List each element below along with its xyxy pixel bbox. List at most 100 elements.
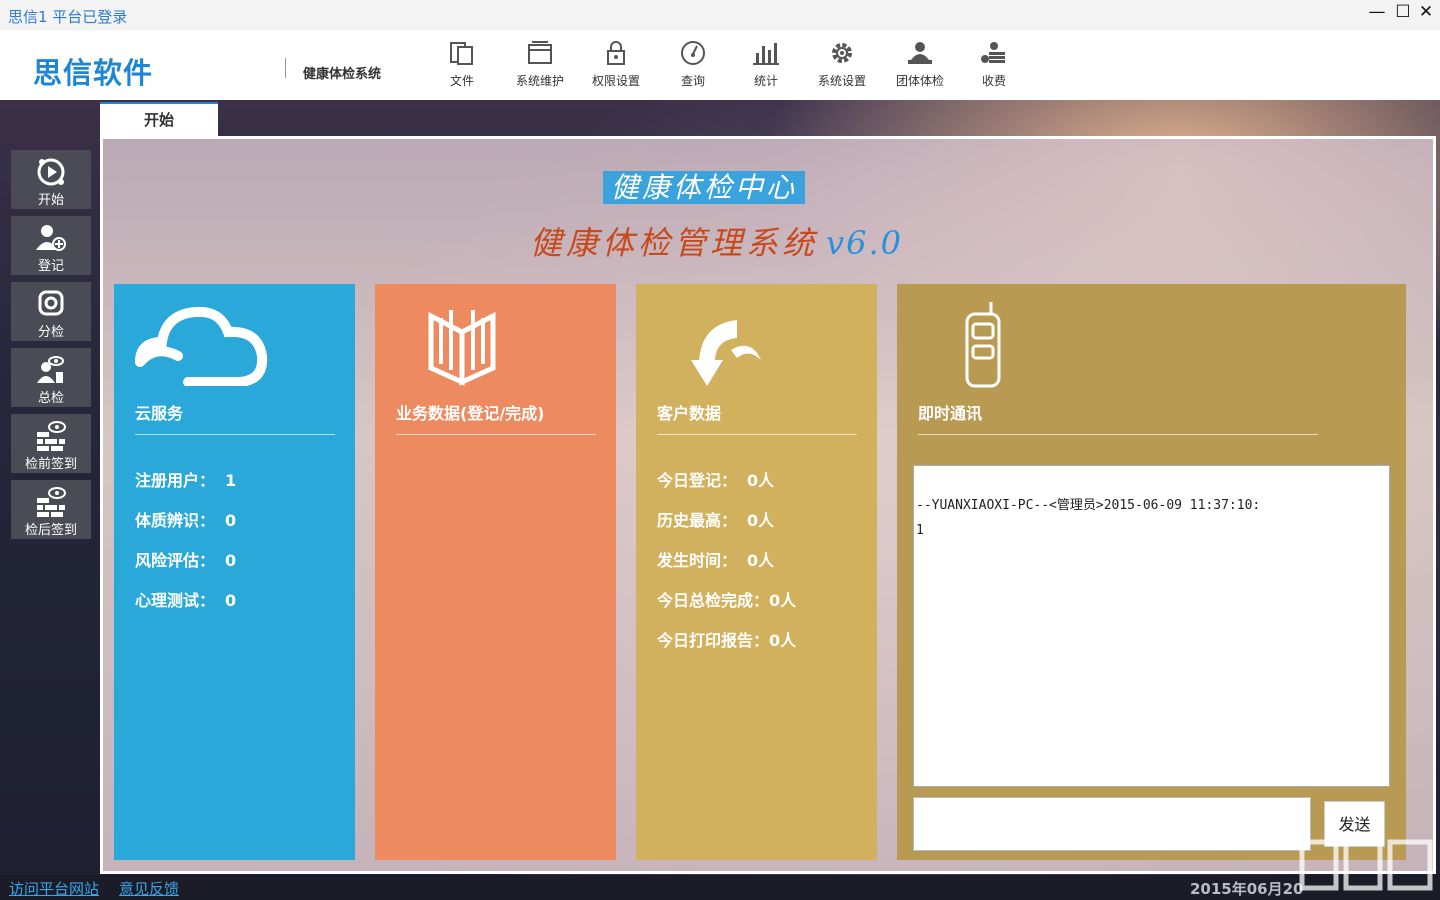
center-title: 健康体检中心 <box>603 171 806 204</box>
toolbar-query-button[interactable]: 查询 <box>654 38 732 94</box>
stat-value: 0人 <box>747 471 775 490</box>
stat-value: 0人 <box>769 631 797 650</box>
stat-value: 0 <box>225 511 237 530</box>
stat-label: 今日总检完成： <box>657 591 770 610</box>
business-data-tile[interactable]: 业务数据(登记/完成) <box>375 284 616 860</box>
eye-brick-icon <box>37 421 66 451</box>
tile-divider <box>918 434 1318 435</box>
sidebar-item-label: 检前签到 <box>24 457 77 472</box>
stat-row: 风险评估： 0 <box>135 547 236 571</box>
cloud-service-tile[interactable]: 云服务 注册用户： 1 体质辨识： 0 风险评估： 0 心理测试： 0 <box>114 284 355 860</box>
stat-row: 今日登记： 0人 <box>657 467 774 491</box>
toolbar-charge-button[interactable]: 收费 <box>955 38 1033 94</box>
tile-divider <box>657 434 857 435</box>
version-label: v6.0 <box>826 224 903 262</box>
close-button[interactable]: ✕ <box>1413 0 1439 26</box>
tile-title: 业务数据(登记/完成) <box>396 404 545 423</box>
minimize-button[interactable]: — <box>1364 0 1390 26</box>
feedback-link[interactable]: 意见反馈 <box>119 878 179 899</box>
window-title: 思信1 平台已登录 <box>8 8 128 26</box>
tile-divider <box>396 434 596 435</box>
sidebar-item-register[interactable]: 登记 <box>11 216 91 275</box>
toolbar-file-button[interactable]: 文件 <box>423 38 501 94</box>
stat-row: 注册用户： 1 <box>135 467 236 491</box>
sidebar-item-label: 分检 <box>37 325 64 340</box>
tile-title: 客户数据 <box>657 404 722 423</box>
book-icon <box>428 310 496 386</box>
sidebar-item-label: 总检 <box>37 391 64 406</box>
add-user-icon <box>36 225 66 251</box>
toolbar-label: 文件 <box>449 74 474 88</box>
customer-data-tile[interactable]: 客户数据 今日登记： 0人 历史最高： 0人 发生时间： 0人 今日总检完成：0人 今… <box>636 284 877 860</box>
stat-row: 发生时间： 0人 <box>657 547 774 571</box>
stat-row: 体质辨识： 0 <box>135 507 236 531</box>
mobile-phone-icon <box>965 302 1001 388</box>
cloud-icon <box>135 306 268 386</box>
system-title: 健康体检管理系统 v6.0 <box>530 218 903 264</box>
lock-icon <box>607 41 625 65</box>
watermark-logo <box>1299 839 1433 891</box>
stat-value: 0人 <box>747 511 775 530</box>
stat-label: 风险评估： <box>135 551 216 570</box>
sidebar-item-general-check[interactable]: 总检 <box>11 348 91 407</box>
toolbar-permission-button[interactable]: 权限设置 <box>577 38 655 94</box>
gear-icon <box>832 43 852 63</box>
disc-icon <box>38 290 64 316</box>
chat-message: --YUANXIAOXI-PC--<管理员>2015-06-09 11:37:1… <box>916 498 1261 513</box>
start-play-icon <box>37 158 65 186</box>
header-toolbar: 思信软件 健康体检系统 文件 系统维护 权限设置 查询 统计 系统设置 团体体检… <box>0 30 1440 101</box>
stat-label: 发生时间： <box>657 551 738 570</box>
maintenance-icon <box>528 41 552 64</box>
status-date: 2015年06月20 <box>1190 880 1304 898</box>
sidebar-item-label: 登记 <box>37 259 64 274</box>
chat-log[interactable]: --YUANXIAOXI-PC--<管理员>2015-06-09 11:37:1… <box>913 465 1390 787</box>
visit-platform-link[interactable]: 访问平台网站 <box>9 878 99 899</box>
stat-row: 今日打印报告：0人 <box>657 627 796 651</box>
eye-user-icon <box>37 356 64 383</box>
stat-value: 0人 <box>747 551 775 570</box>
sidebar-item-subcheck[interactable]: 分检 <box>11 282 91 341</box>
sidebar-item-start[interactable]: 开始 <box>11 150 91 209</box>
toolbar-settings-button[interactable]: 系统设置 <box>803 38 881 94</box>
stat-label: 体质辨识： <box>135 511 216 530</box>
title-bar: 思信1 平台已登录 — ☐ ✕ <box>0 0 1440 30</box>
toolbar-statistics-button[interactable]: 统计 <box>727 38 805 94</box>
gauge-icon <box>681 41 705 65</box>
bar-chart-icon <box>753 43 779 65</box>
stat-label: 今日打印报告： <box>657 631 770 650</box>
eye-brick-icon <box>37 487 66 517</box>
stat-row: 今日总检完成：0人 <box>657 587 796 611</box>
toolbar-label: 统计 <box>753 74 778 88</box>
tile-divider <box>135 434 335 435</box>
toolbar-maintenance-button[interactable]: 系统维护 <box>501 38 579 94</box>
tile-title: 云服务 <box>135 404 184 423</box>
sidebar-item-label: 开始 <box>37 193 64 208</box>
system-name: 健康体检管理系统 <box>530 224 819 262</box>
sidebar-item-label: 检后签到 <box>24 523 77 538</box>
return-arrow-icon <box>691 320 761 386</box>
toolbar-label: 查询 <box>680 74 705 88</box>
stat-value: 0 <box>225 591 237 610</box>
stat-value: 0人 <box>769 591 797 610</box>
system-subtitle: 健康体检系统 <box>303 67 382 82</box>
stat-label: 心理测试： <box>135 591 216 610</box>
sidebar-item-precheck-signin[interactable]: 检前签到 <box>11 414 91 473</box>
status-bar: 访问平台网站 意见反馈 2015年06月20 <box>0 875 1440 900</box>
stat-row: 心理测试： 0 <box>135 587 236 611</box>
chat-message: 1 <box>916 523 924 538</box>
stat-label: 注册用户： <box>135 471 216 490</box>
tile-title: 即时通讯 <box>918 404 983 423</box>
stat-value: 1 <box>225 471 237 490</box>
toolbar-label: 权限设置 <box>591 74 640 88</box>
header-divider <box>285 58 286 78</box>
file-icon <box>450 42 473 65</box>
toolbar-group-exam-button[interactable]: 团体体检 <box>881 38 959 94</box>
toolbar-label: 系统维护 <box>515 74 564 88</box>
toolbar-label: 系统设置 <box>817 74 866 88</box>
chat-input[interactable] <box>913 797 1311 851</box>
toolbar-label: 团体体检 <box>895 74 944 88</box>
sidebar-item-postcheck-signin[interactable]: 检后签到 <box>11 480 91 539</box>
brand-logo: 思信软件 <box>33 56 154 90</box>
stat-label: 今日登记： <box>657 471 738 490</box>
tab-start[interactable]: 开始 <box>100 102 218 138</box>
